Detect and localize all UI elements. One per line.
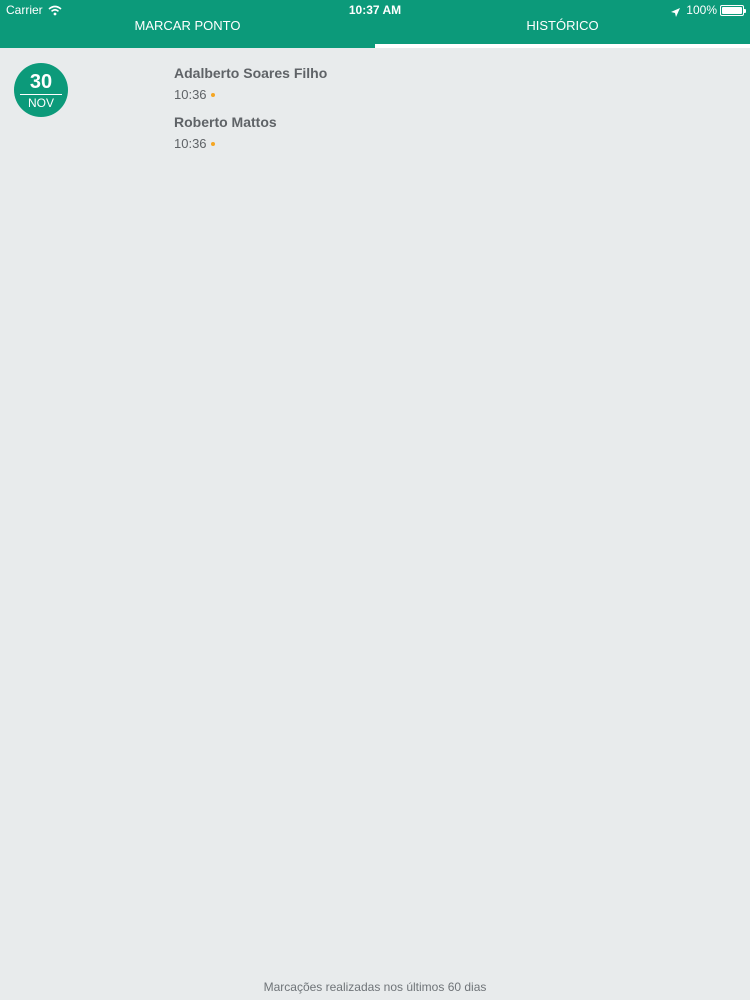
top-bar: Carrier 10:37 AM 100% MARCAR PONTO HISTÓ…: [0, 0, 750, 48]
battery-tip: [744, 8, 746, 13]
history-entry[interactable]: Roberto Mattos 10:36: [174, 114, 277, 151]
status-dot-icon: [210, 142, 215, 146]
status-dot-icon: [210, 93, 215, 97]
tab-marcar-ponto[interactable]: MARCAR PONTO: [0, 14, 375, 48]
entry-name: Roberto Mattos: [174, 114, 277, 130]
history-entry[interactable]: Adalberto Soares Filho 10:36: [174, 65, 327, 102]
date-divider: [20, 94, 62, 95]
entry-time-row: 10:36: [174, 88, 327, 102]
date-badge: 30 NOV: [14, 63, 68, 117]
tab-bar: MARCAR PONTO HISTÓRICO: [0, 14, 750, 48]
entry-time-row: 10:36: [174, 137, 277, 151]
footer-text: Marcações realizadas nos últimos 60 dias: [263, 980, 487, 994]
date-day: 30: [29, 71, 53, 93]
entry-time: 10:36: [174, 136, 207, 151]
tab-historico[interactable]: HISTÓRICO: [375, 14, 750, 48]
entry-time: 10:36: [174, 87, 207, 102]
active-tab-indicator: [375, 44, 750, 48]
entry-name: Adalberto Soares Filho: [174, 65, 328, 81]
battery-fill: [722, 6, 742, 14]
date-month: NOV: [27, 96, 54, 110]
